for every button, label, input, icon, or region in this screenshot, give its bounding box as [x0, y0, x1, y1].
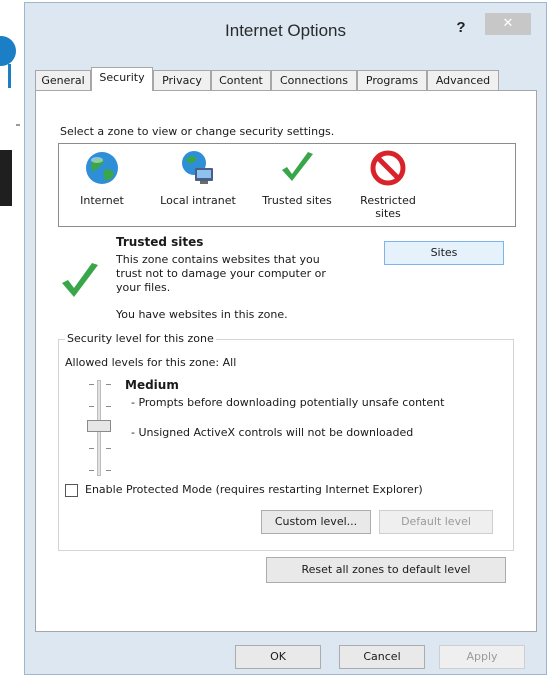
- tab-privacy[interactable]: Privacy: [153, 70, 211, 90]
- background-panel: [0, 150, 12, 206]
- reset-all-zones-button[interactable]: Reset all zones to default level: [266, 557, 506, 583]
- default-level-button[interactable]: Default level: [379, 510, 493, 534]
- slider-tick: [106, 448, 111, 449]
- tab-advanced[interactable]: Advanced: [427, 70, 499, 90]
- slider-tick: [89, 470, 94, 471]
- slider-tick: [89, 448, 94, 449]
- tab-content[interactable]: Content: [211, 70, 271, 90]
- zone-restricted-sites[interactable]: Restricted sites: [353, 148, 423, 220]
- slider-tick: [89, 384, 94, 385]
- sites-button[interactable]: Sites: [384, 241, 504, 265]
- zone-label-restricted-sites: Restricted sites: [360, 194, 416, 220]
- slider-tick: [106, 406, 111, 407]
- slider-tick: [89, 406, 94, 407]
- close-button[interactable]: ✕: [485, 13, 531, 35]
- cancel-button[interactable]: Cancel: [339, 645, 425, 669]
- selected-zone-description: This zone contains websites that you tru…: [116, 253, 326, 294]
- zone-local-intranet[interactable]: Local intranet: [151, 148, 245, 207]
- title-bar[interactable]: Internet Options ? ✕: [25, 3, 546, 55]
- tab-security[interactable]: Security: [91, 67, 153, 91]
- ok-button[interactable]: OK: [235, 645, 321, 669]
- restricted-icon: [368, 148, 408, 188]
- custom-level-button[interactable]: Custom level...: [261, 510, 371, 534]
- tab-general[interactable]: General: [35, 70, 91, 90]
- background-accent: [8, 64, 11, 88]
- selected-zone-note: You have websites in this zone.: [116, 308, 288, 321]
- security-level-bullet-1: - Prompts before downloading potentially…: [131, 396, 445, 409]
- zone-list: Internet Local intranet Trusted sites Re…: [58, 143, 516, 227]
- globe-icon: [82, 148, 122, 188]
- zone-prompt: Select a zone to view or change security…: [60, 125, 335, 138]
- security-level-group: Security level for this zone Allowed lev…: [58, 332, 514, 551]
- allowed-levels-text: Allowed levels for this zone: All: [65, 356, 237, 369]
- zone-trusted-sites[interactable]: Trusted sites: [253, 148, 341, 207]
- security-level-bullet-2: - Unsigned ActiveX controls will not be …: [131, 426, 414, 439]
- background-divider: [16, 124, 20, 126]
- intranet-icon: [178, 148, 218, 188]
- help-button[interactable]: ?: [447, 17, 475, 39]
- security-level-legend: Security level for this zone: [65, 332, 216, 345]
- protected-mode-checkbox[interactable]: [65, 484, 78, 497]
- desktop-background: [0, 0, 22, 675]
- slider-tick: [106, 470, 111, 471]
- zone-label-trusted-sites: Trusted sites: [262, 194, 332, 207]
- checkmark-icon: [277, 148, 317, 188]
- security-level-name: Medium: [125, 378, 179, 392]
- protected-mode-label: Enable Protected Mode (requires restarti…: [85, 483, 423, 496]
- apply-button[interactable]: Apply: [439, 645, 525, 669]
- zone-internet[interactable]: Internet: [67, 148, 137, 207]
- security-tab-panel: Select a zone to view or change security…: [35, 90, 537, 632]
- selected-zone-title: Trusted sites: [116, 235, 204, 249]
- tab-connections[interactable]: Connections: [271, 70, 357, 90]
- security-level-slider-thumb[interactable]: [87, 420, 111, 432]
- tab-programs[interactable]: Programs: [357, 70, 427, 90]
- zone-label-internet: Internet: [80, 194, 124, 207]
- internet-options-dialog: Internet Options ? ✕ General Security Pr…: [24, 2, 547, 675]
- zone-label-local-intranet: Local intranet: [160, 194, 236, 207]
- slider-tick: [106, 384, 111, 385]
- selected-zone-checkmark-icon: [58, 259, 102, 303]
